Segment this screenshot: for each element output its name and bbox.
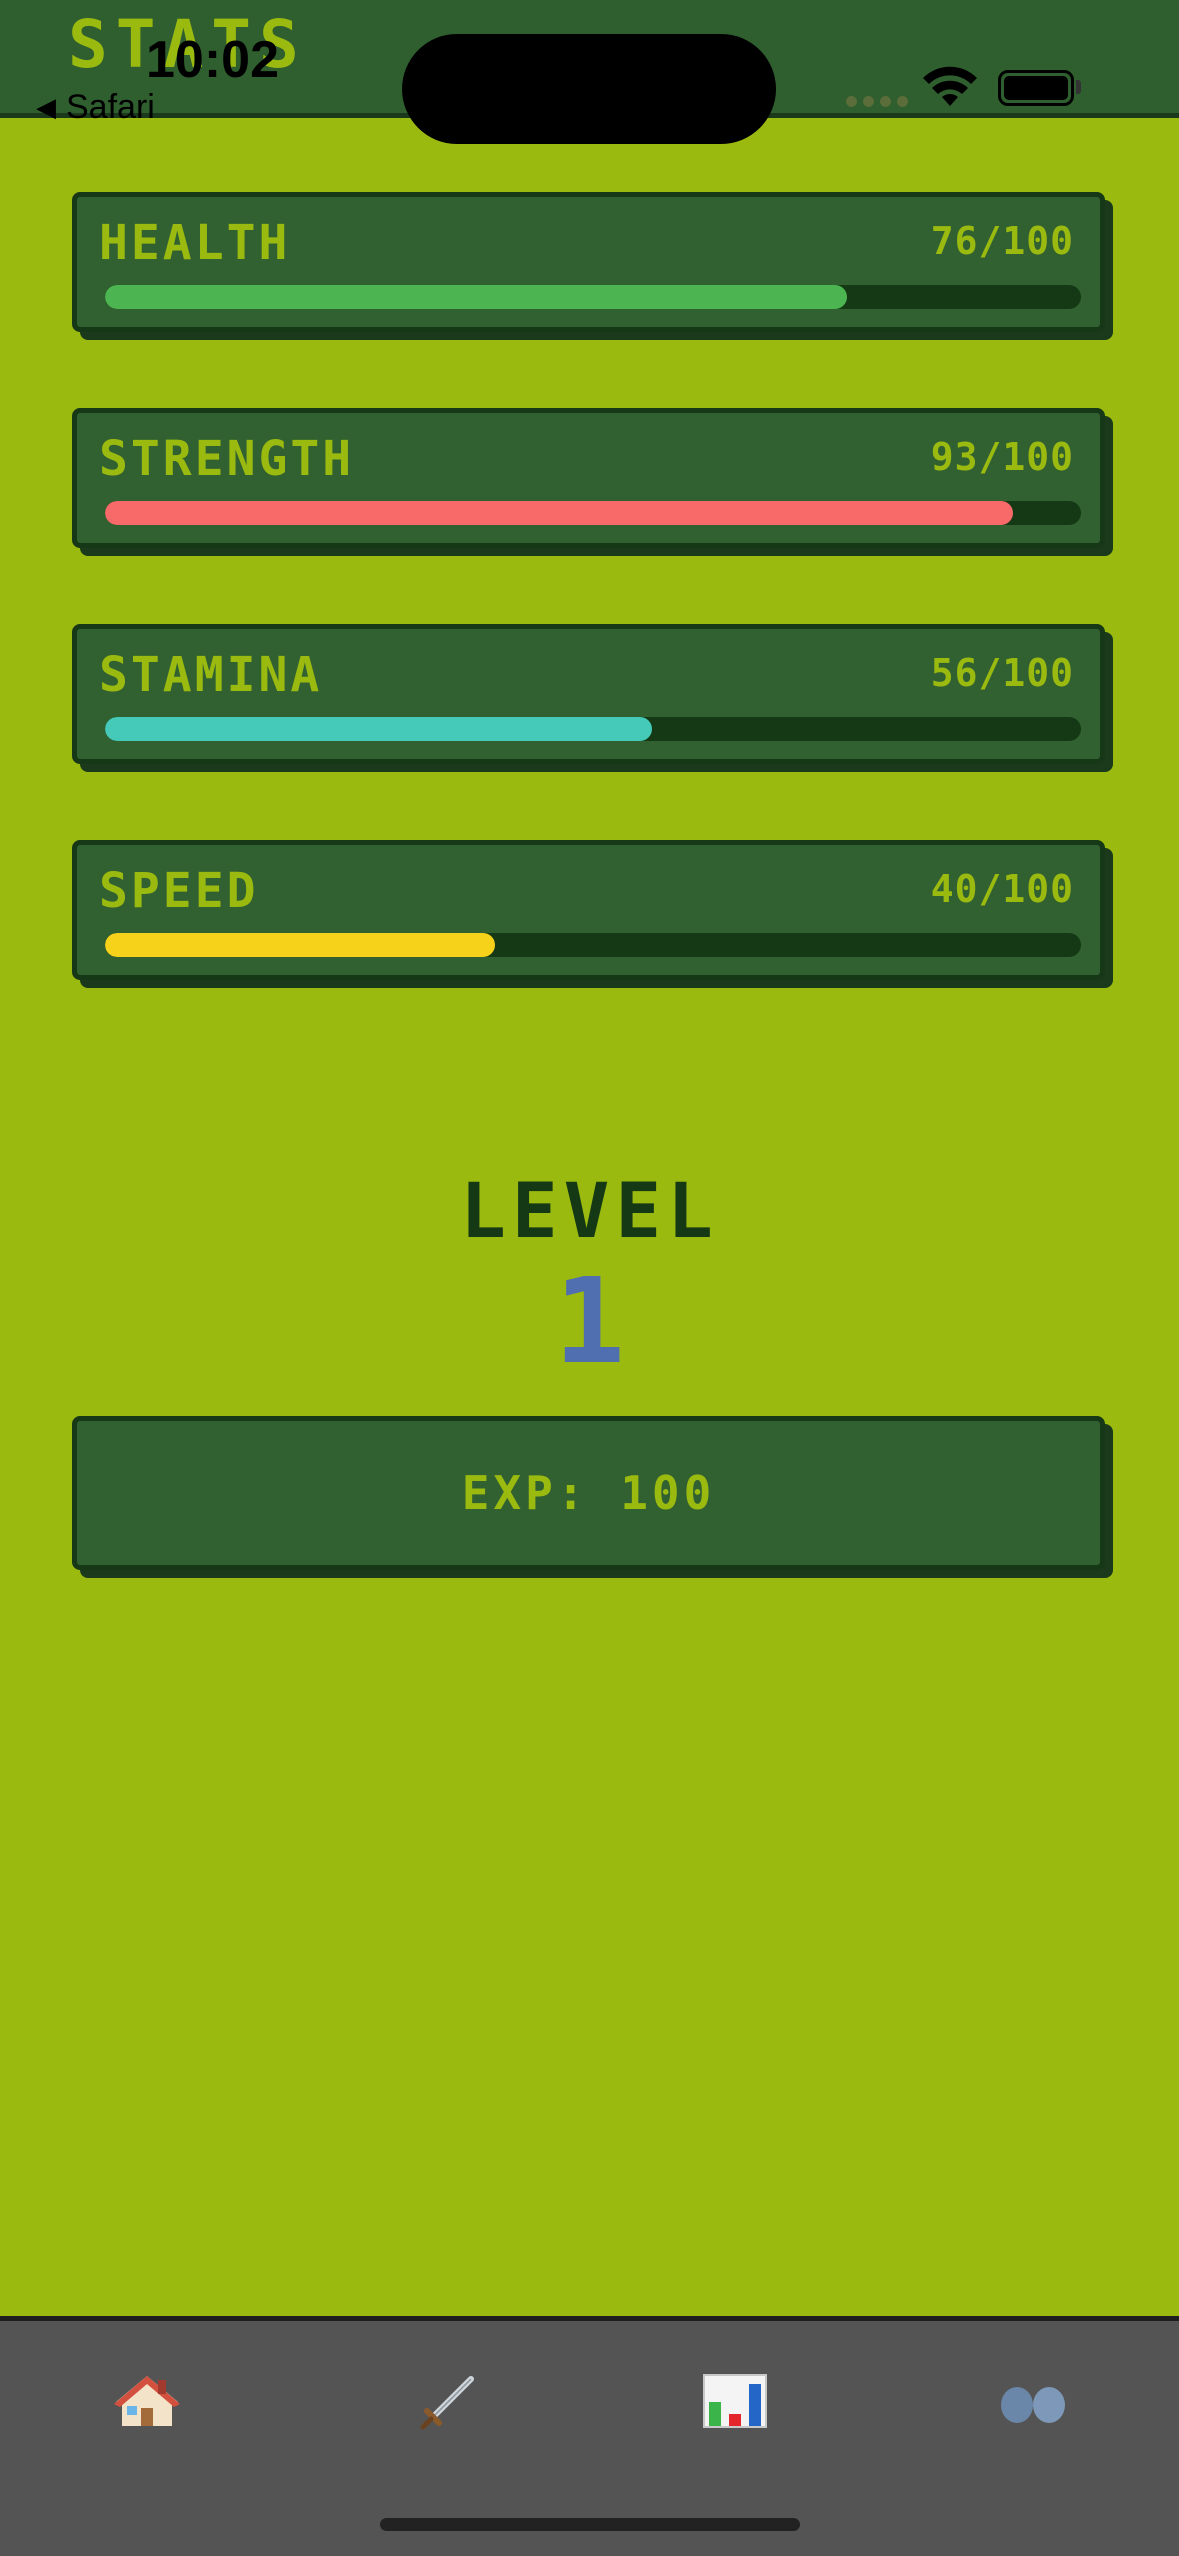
tab-stats[interactable] — [690, 2361, 780, 2441]
stat-name: SPEED — [99, 863, 259, 919]
dynamic-island — [402, 34, 776, 144]
stat-card-speed: SPEED 40/100 — [72, 840, 1105, 980]
stat-name: STAMINA — [99, 647, 323, 703]
home-icon — [114, 2376, 180, 2426]
stat-value: 76/100 — [930, 219, 1074, 263]
back-to-safari-link[interactable]: ◀ Safari — [36, 88, 155, 127]
health-bar — [105, 285, 1081, 309]
strength-bar — [105, 501, 1081, 525]
tab-battle[interactable] — [404, 2361, 494, 2441]
strength-bar-fill — [105, 501, 1013, 525]
stat-card-stamina: STAMINA 56/100 — [72, 624, 1105, 764]
status-time: 10:02 — [146, 31, 279, 89]
battery-icon — [998, 70, 1074, 106]
people-icon — [1001, 2387, 1065, 2423]
home-indicator — [380, 2518, 800, 2531]
speed-bar — [105, 933, 1081, 957]
stamina-bar-fill — [105, 717, 652, 741]
cellular-signal-icon — [846, 96, 908, 107]
back-arrow-icon: ◀ — [36, 92, 56, 122]
exp-text: EXP: 100 — [461, 1466, 716, 1520]
stat-value: 56/100 — [930, 651, 1074, 695]
back-label: Safari — [66, 88, 155, 126]
sword-icon — [420, 2376, 474, 2430]
level-value: 1 — [553, 1252, 626, 1390]
stats-screen: STATS 10:02 ◀ Safari HEALTH 76/100 STREN… — [0, 0, 1179, 2556]
speed-bar-fill — [105, 933, 496, 957]
stat-value: 40/100 — [930, 867, 1074, 911]
stamina-bar — [105, 717, 1081, 741]
exp-card: EXP: 100 — [72, 1416, 1105, 1570]
stat-card-strength: STRENGTH 93/100 — [72, 408, 1105, 548]
wifi-icon — [923, 66, 977, 106]
stat-name: STRENGTH — [99, 431, 355, 487]
health-bar-fill — [105, 285, 847, 309]
stat-name: HEALTH — [99, 215, 291, 271]
stat-card-health: HEALTH 76/100 — [72, 192, 1105, 332]
level-label: LEVEL — [460, 1166, 719, 1255]
tab-home[interactable] — [102, 2361, 192, 2441]
stat-value: 93/100 — [930, 435, 1074, 479]
tab-party[interactable] — [988, 2361, 1078, 2441]
bar-chart-icon — [703, 2374, 767, 2428]
